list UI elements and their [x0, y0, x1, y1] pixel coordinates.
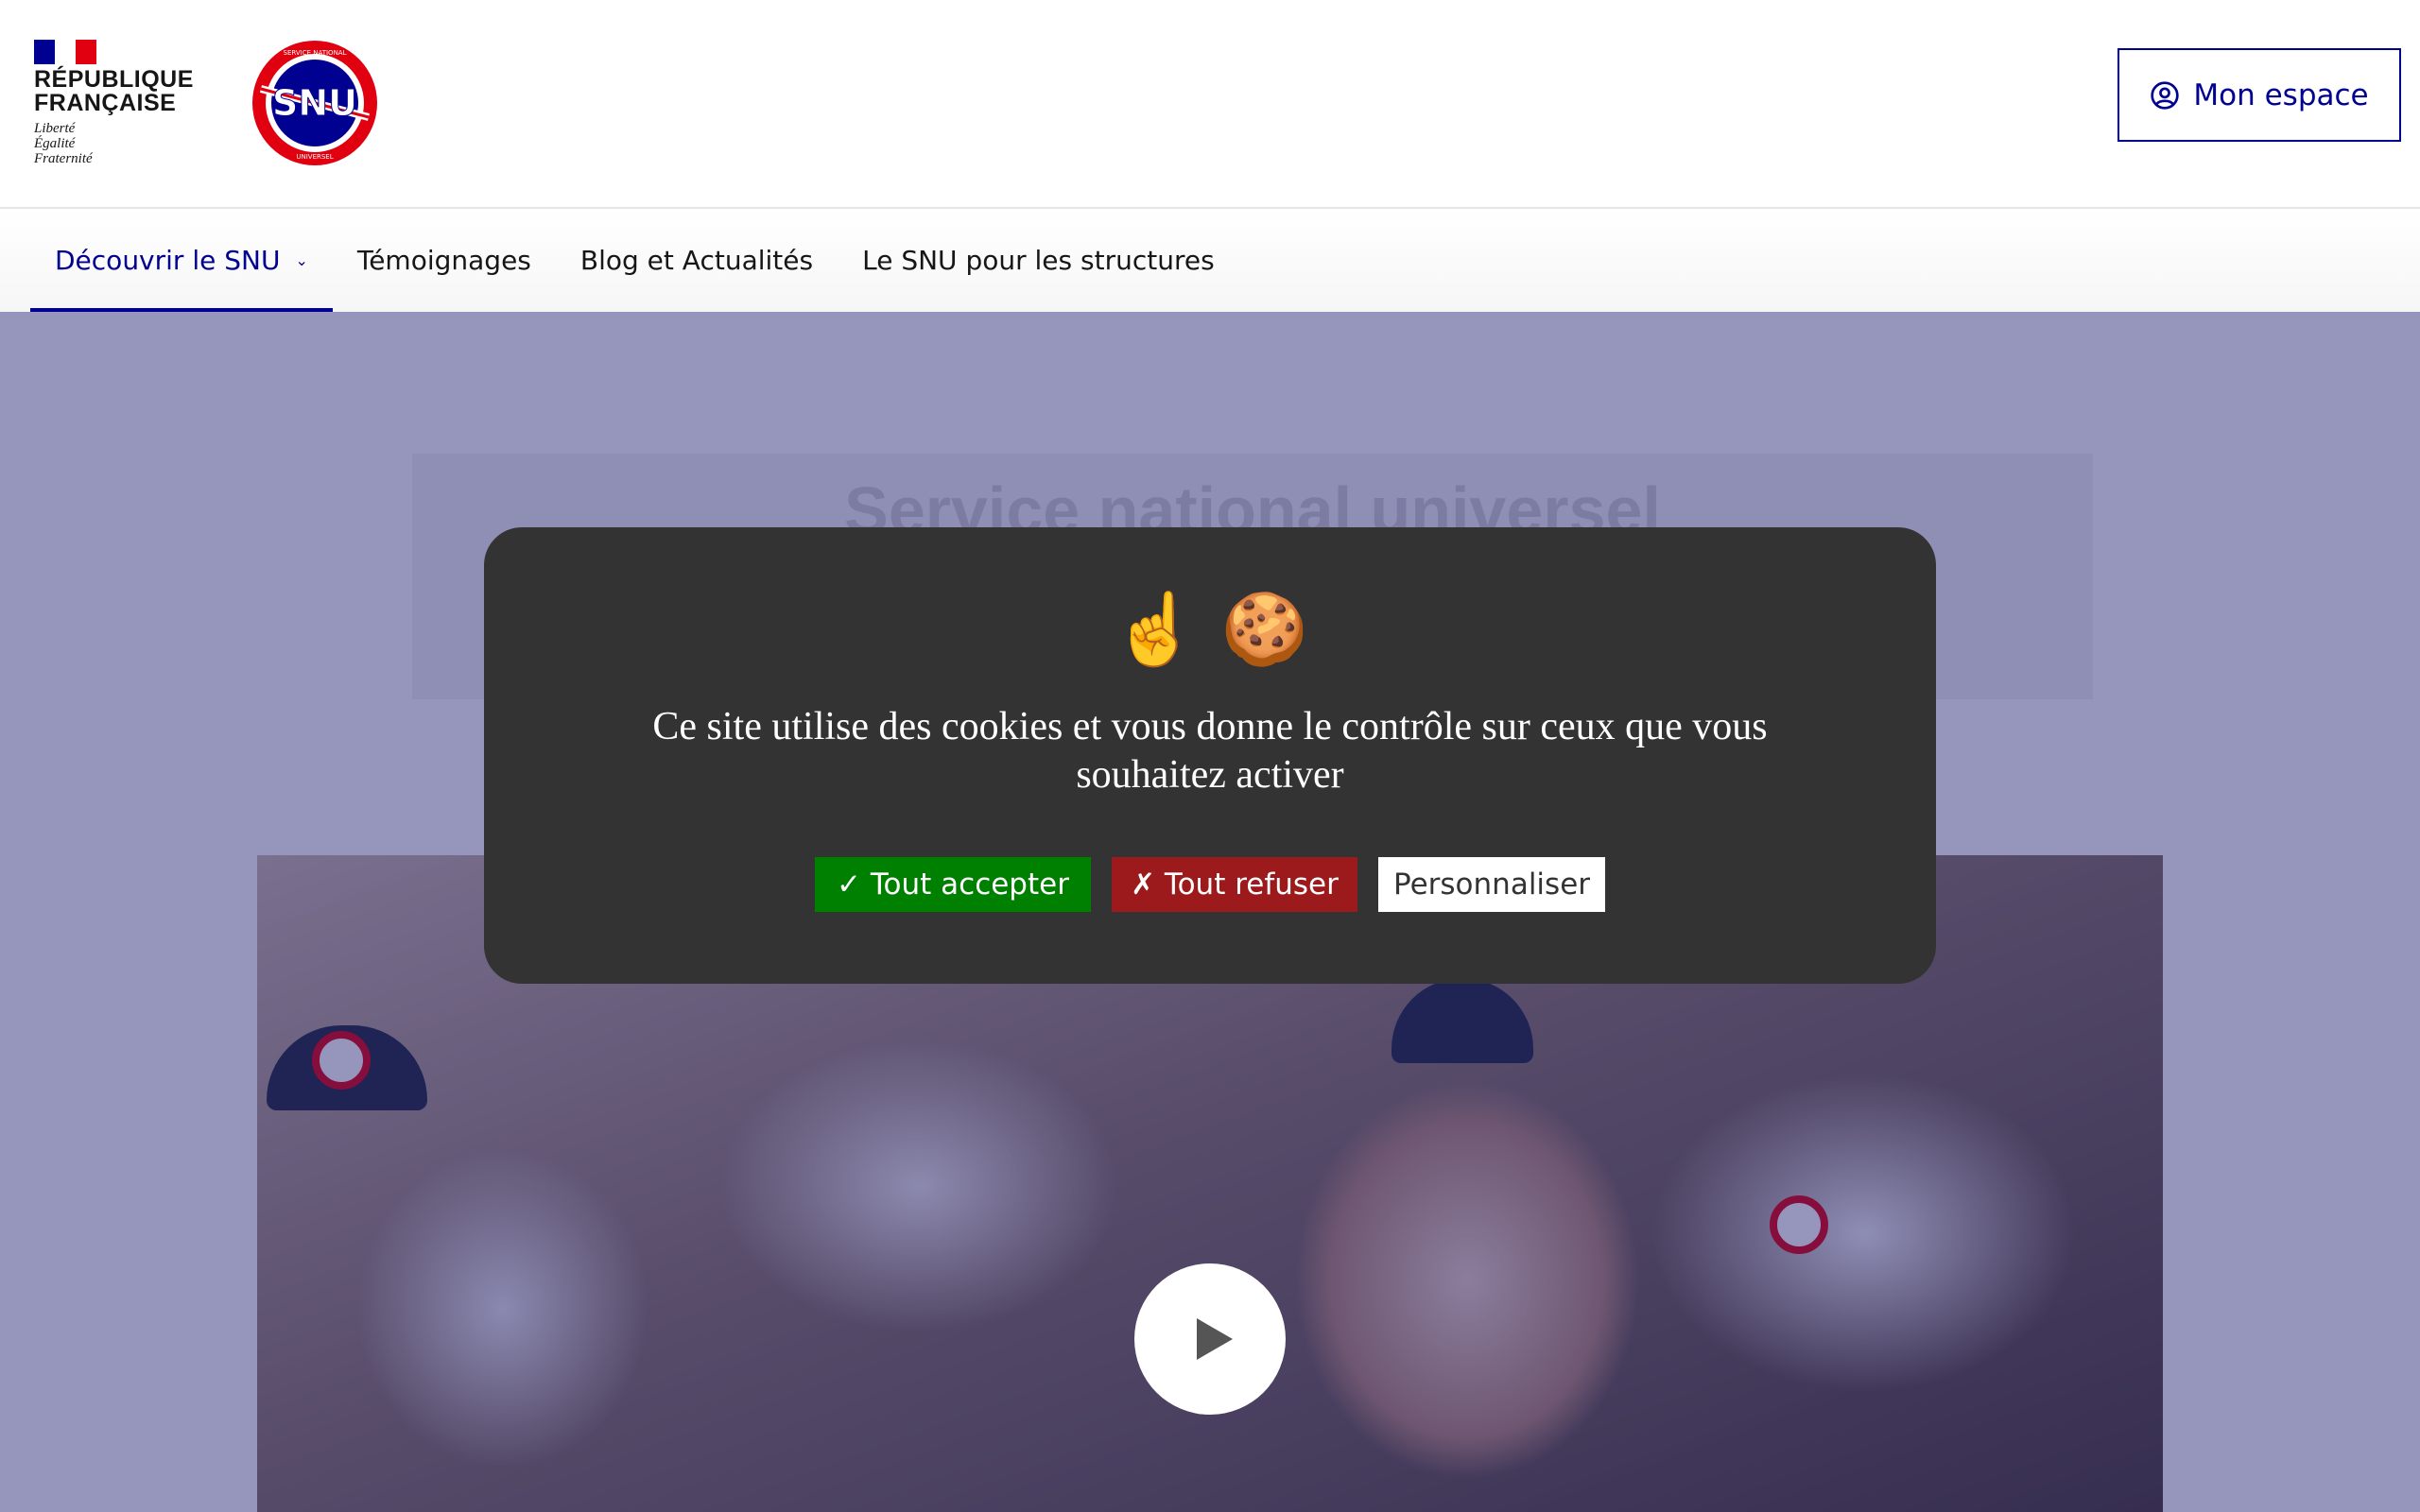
chevron-down-icon: ⌄	[295, 251, 308, 269]
nav-item-label: Témoignages	[356, 245, 531, 276]
nav-item-label: Découvrir le SNU	[55, 245, 281, 276]
site-header: RÉPUBLIQUE FRANÇAISE Liberté Égalité Fra…	[0, 0, 2420, 209]
nav-item-structures[interactable]: Le SNU pour les structures	[838, 209, 1239, 312]
cookie-consent-dialog: ☝️ 🍪 Ce site utilise des cookies et vous…	[484, 527, 1936, 984]
snu-logo-ring-top: SERVICE NATIONAL	[284, 49, 347, 57]
mon-espace-label: Mon espace	[2193, 77, 2369, 112]
republique-francaise-title: RÉPUBLIQUE FRANÇAISE	[34, 68, 195, 115]
devise-liberte: Liberté	[34, 121, 76, 136]
accept-all-button[interactable]: ✓ Tout accepter	[815, 857, 1091, 912]
devise-egalite: Égalité	[34, 136, 76, 151]
snu-logo-text: SNU	[272, 82, 357, 124]
republique-francaise-logo[interactable]: RÉPUBLIQUE FRANÇAISE Liberté Égalité Fra…	[34, 40, 195, 166]
nav-item-label: Blog et Actualités	[579, 245, 814, 276]
play-icon	[1197, 1318, 1233, 1360]
nav-item-temoignages[interactable]: Témoignages	[333, 209, 556, 312]
cookie-emoji-icon: ☝️ 🍪	[1112, 589, 1308, 670]
rf-title-line-1: RÉPUBLIQUE	[34, 66, 194, 93]
mon-espace-button[interactable]: Mon espace	[2118, 48, 2401, 142]
cookie-actions: ✓ Tout accepter ✗ Tout refuser Personnal…	[484, 857, 1936, 912]
devise: Liberté Égalité Fraternité	[34, 121, 195, 166]
rf-title-line-2: FRANÇAISE	[34, 90, 177, 116]
cookie-message: Ce site utilise des cookies et vous donn…	[652, 705, 1768, 797]
marianne-flag-icon	[34, 40, 96, 64]
customize-button[interactable]: Personnaliser	[1378, 857, 1605, 912]
user-circle-icon	[2151, 80, 2180, 110]
nav-item-label: Le SNU pour les structures	[862, 245, 1215, 276]
nav-item-blog[interactable]: Blog et Actualités	[556, 209, 838, 312]
nav-item-decouvrir[interactable]: Découvrir le SNU ⌄	[30, 209, 333, 312]
play-button[interactable]	[1134, 1263, 1286, 1415]
devise-fraternite: Fraternité	[34, 151, 93, 166]
refuse-all-button[interactable]: ✗ Tout refuser	[1112, 857, 1357, 912]
snu-logo-ring-bottom: UNIVERSEL	[296, 153, 333, 161]
main-navigation: Découvrir le SNU ⌄ Témoignages Blog et A…	[0, 209, 2420, 312]
snu-logo[interactable]: SNU SERVICE NATIONAL UNIVERSEL	[251, 40, 378, 166]
